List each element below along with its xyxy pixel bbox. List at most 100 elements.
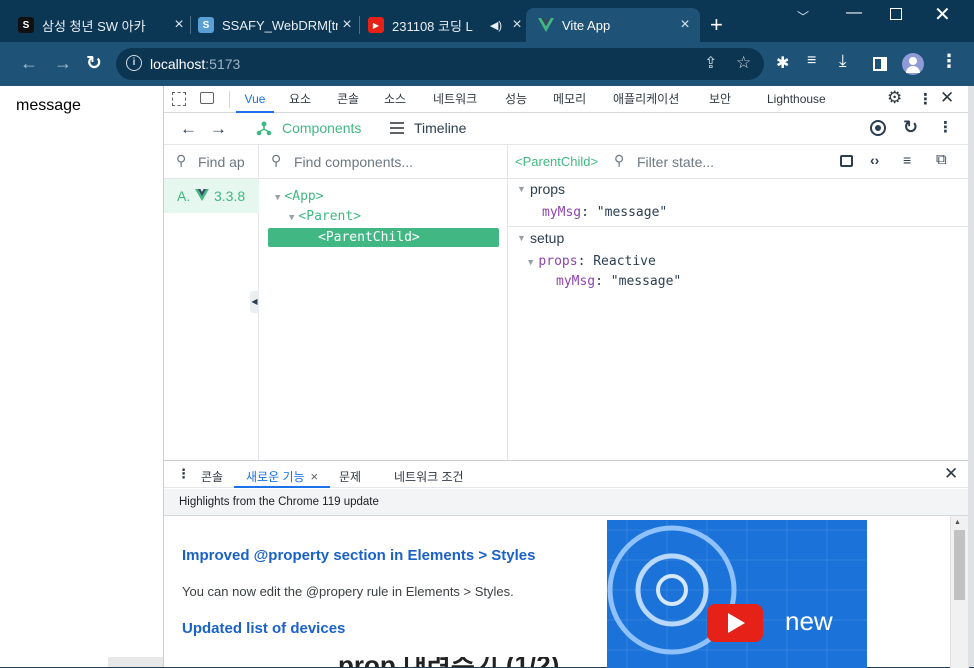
highlights-text: Highlights from the Chrome 119 update	[179, 496, 379, 508]
devtools-tab-vue[interactable]: Vue	[236, 86, 274, 113]
collapse-triangle-icon[interactable]: ▼	[517, 233, 526, 243]
devtools-tab-lighthouse[interactable]: Lighthouse	[767, 86, 826, 113]
maximize-button[interactable]	[890, 8, 902, 20]
components-search-input[interactable]: Find components...	[294, 154, 413, 170]
prop-row: myMsg: "message"	[542, 205, 668, 220]
drawer-tab-network-conditions[interactable]: 네트워크 조건	[394, 468, 464, 485]
drawer-tab-issues[interactable]: 문제	[339, 468, 361, 485]
component-tree-pane: ⚲ Find components... ▼ <App> ▼ <Parent> <P…	[259, 145, 508, 460]
whats-new-paragraph-1: You can now edit the @propery rule in El…	[182, 584, 514, 599]
download-icon[interactable]: ⤓	[839, 51, 847, 71]
new-badge-text: new	[785, 606, 833, 636]
browser-tab-2[interactable]: S SSAFY_WebDRM[tr ×	[198, 8, 356, 42]
drawer-scrollbar[interactable]: ▲	[950, 516, 969, 668]
scrollbar-thumb[interactable]	[954, 530, 965, 600]
tree-node-parent[interactable]: ▼ <Parent>	[289, 209, 361, 224]
components-search-box[interactable]: ⚲ Find components...	[259, 145, 507, 179]
expand-triangle-icon[interactable]: ▼	[275, 193, 280, 203]
close-window-button[interactable]: ✕	[934, 2, 951, 27]
forward-arrow-icon[interactable]: →	[54, 53, 72, 74]
new-tab-button[interactable]: +	[710, 12, 723, 38]
page-bottom-overflow: prop 내려주기 (1/2)	[108, 657, 974, 667]
search-icon: ⚲	[614, 152, 625, 168]
browser-tab-active[interactable]: Vite App ×	[526, 8, 700, 42]
close-icon[interactable]: ×	[508, 16, 526, 34]
devtools-tab-elements[interactable]: 요소	[289, 86, 311, 113]
devtools-tab-application[interactable]: 애플리케이션	[613, 86, 679, 113]
back-arrow-icon[interactable]: ←	[20, 53, 38, 74]
devtools-tab-console[interactable]: 콘솔	[337, 86, 359, 113]
refresh-icon[interactable]: ↻	[903, 117, 918, 138]
devtools-tab-security[interactable]: 보안	[709, 86, 731, 113]
vue-back-icon[interactable]: ←	[180, 119, 197, 139]
drawer-tab-console[interactable]: 콘솔	[201, 468, 223, 485]
tab-search-icon[interactable]: ﹀	[797, 8, 809, 25]
components-tree-icon	[256, 120, 272, 136]
browser-toolbar: ← → ↻ i localhost:5173 ⇪ ☆ ✱ ≡ ⤓ ⋮	[0, 42, 974, 86]
vue-nav-components[interactable]: Components	[282, 120, 361, 136]
close-drawer-icon[interactable]: ✕	[944, 464, 958, 484]
tree-node-app[interactable]: ▼ <App>	[275, 189, 324, 204]
drawer-tab-whats-new[interactable]: 새로운 기능 ×	[234, 461, 331, 488]
show-render-code-icon[interactable]: ‹›	[870, 152, 879, 168]
setup-props-row[interactable]: ▼ props: Reactive	[528, 254, 656, 269]
whats-new-heading-2[interactable]: Updated list of devices	[182, 620, 345, 637]
site-info-icon[interactable]: i	[126, 55, 142, 71]
browser-tab-1[interactable]: S 삼성 청년 SW 아카 ×	[18, 8, 188, 42]
media-control-icon[interactable]: ≡	[807, 52, 816, 70]
app-list-item[interactable]: A. 3.3.8	[164, 179, 259, 213]
extensions-icon[interactable]: ✱	[776, 53, 789, 73]
share-icon[interactable]: ⇪	[704, 53, 717, 73]
close-icon[interactable]: ×	[676, 16, 694, 34]
collapse-handle[interactable]: ◀	[250, 291, 259, 313]
browser-tab-3[interactable]: ▶ 231108 코딩 L ◀) ×	[368, 8, 526, 42]
timeline-icon	[390, 122, 404, 134]
apps-search-box[interactable]: ⚲ Find ap	[164, 145, 259, 179]
close-icon[interactable]: ×	[338, 16, 356, 34]
open-in-editor-icon[interactable]: ⧉	[936, 151, 947, 168]
state-filter-input[interactable]: Filter state...	[637, 154, 714, 170]
inspect-dom-icon[interactable]: ≡	[903, 152, 911, 168]
drawer-menu-icon[interactable]: ⋮	[177, 466, 190, 482]
tab-title: 삼성 청년 SW 아카	[42, 18, 146, 34]
close-devtools-icon[interactable]: ✕	[940, 88, 954, 108]
props-section: ▼ props myMsg: "message"	[508, 179, 969, 227]
props-header[interactable]: props	[530, 181, 565, 197]
address-bar[interactable]: i localhost:5173 ⇪ ☆	[116, 48, 764, 80]
side-panel-icon[interactable]	[873, 57, 887, 71]
devtools-tab-network[interactable]: 네트워크	[433, 86, 477, 113]
tab-favicon-icon: S	[198, 17, 214, 33]
close-icon[interactable]: ×	[311, 469, 319, 484]
vue-more-icon[interactable]: ⋮	[938, 118, 953, 136]
devtools-tab-sources[interactable]: 소스	[384, 86, 406, 113]
setup-header[interactable]: setup	[530, 230, 564, 246]
vue-forward-icon[interactable]: →	[210, 119, 227, 139]
whats-new-heading-1[interactable]: Improved @property section in Elements >…	[182, 547, 535, 564]
reload-icon[interactable]: ↻	[86, 52, 102, 75]
devtools-menu-icon[interactable]: ⋮	[918, 90, 933, 108]
device-toolbar-icon[interactable]	[200, 92, 214, 104]
devtools-tab-performance[interactable]: 성능	[505, 86, 527, 113]
apps-search-input[interactable]: Find ap	[198, 154, 245, 170]
devtools-tab-memory[interactable]: 메모리	[553, 86, 586, 113]
close-icon[interactable]: ×	[170, 16, 188, 34]
inspect-element-icon[interactable]	[172, 92, 186, 106]
setup-prop-row: myMsg: "message"	[556, 274, 682, 289]
setup-section: ▼ setup ▼ props: Reactive myMsg: "message…	[508, 228, 969, 308]
tree-node-parentchild-selected[interactable]: <ParentChild>	[268, 228, 499, 247]
collapse-triangle-icon[interactable]: ▼	[517, 184, 526, 194]
bookmark-star-icon[interactable]: ☆	[736, 53, 751, 73]
devtools-drawer: ⋮ 콘솔 새로운 기능 × 문제 네트워크 조건 ✕ Highlights fro…	[164, 460, 969, 668]
vue-navbar: ← → Components Timeline ↻ ⋮	[164, 113, 969, 145]
settings-gear-icon[interactable]: ⚙	[887, 88, 902, 108]
profile-avatar[interactable]	[902, 53, 924, 75]
expand-triangle-icon[interactable]: ▼	[289, 213, 294, 223]
browser-menu-icon[interactable]: ⋮	[940, 51, 958, 72]
slide-title-overflow: prop 내려주기 (1/2)	[338, 657, 559, 667]
scroll-to-component-icon[interactable]	[840, 155, 853, 167]
select-component-icon[interactable]	[870, 120, 886, 136]
vue-panes: ⚲ Find ap A. 3.3.8 ◀ ⚲ Find components..…	[164, 145, 969, 460]
minimize-button[interactable]: —	[846, 4, 862, 22]
vue-nav-timeline[interactable]: Timeline	[414, 120, 466, 136]
whats-new-video-thumbnail[interactable]: new	[607, 520, 867, 668]
